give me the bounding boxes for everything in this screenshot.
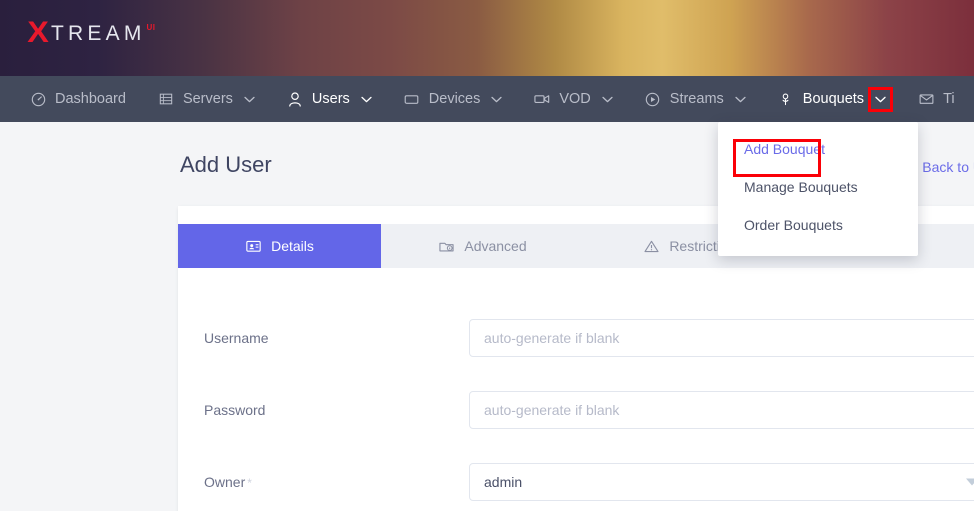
nav-label-users: Users (311, 91, 350, 107)
device-screen-icon (404, 91, 420, 107)
chevron-down-icon-devices[interactable] (491, 96, 503, 103)
back-to-users-link[interactable]: Back to Us (922, 159, 974, 175)
nav-label-streams: Streams (669, 91, 724, 107)
password-input[interactable] (469, 391, 974, 429)
label-text-owner: Owner (204, 474, 246, 490)
play-circle-icon (645, 91, 661, 107)
field-password (469, 391, 974, 429)
owner-select-value: admin (484, 474, 523, 490)
brand-header: X TREAM UI (0, 0, 974, 76)
label-owner: Owner * (204, 474, 469, 490)
required-asterisk: * (247, 476, 252, 490)
form-row-username: Username (178, 302, 974, 374)
username-input[interactable] (469, 319, 974, 357)
logo-superscript: UI (146, 23, 156, 32)
folder-info-icon (438, 238, 454, 254)
tab-advanced[interactable]: Advanced (381, 224, 584, 268)
user-person-icon (287, 91, 303, 107)
nav-item-tickets[interactable]: Ti (902, 76, 971, 122)
nav-label-bouquets: Bouquets (802, 91, 865, 107)
tab-label-advanced: Advanced (464, 238, 527, 254)
label-username: Username (204, 330, 469, 346)
nav-label-vod: VOD (559, 91, 591, 107)
chevron-down-icon-vod[interactable] (602, 96, 613, 103)
field-username (469, 319, 974, 357)
form-row-owner: Owner * admin (178, 446, 974, 511)
envelope-mail-icon (918, 91, 934, 107)
form-row-password: Password (178, 374, 974, 446)
nav-label-dashboard: Dashboard (55, 91, 126, 107)
tab-details[interactable]: Details (178, 224, 381, 268)
bouquets-dropdown-menu: Add Bouquet Manage Bouquets Order Bouque… (718, 122, 918, 256)
field-owner: admin (469, 463, 974, 501)
warning-triangle-icon (643, 238, 659, 254)
nav-label-devices: Devices (428, 91, 481, 107)
chevron-down-icon-servers[interactable] (244, 96, 255, 103)
nav-item-bouquets[interactable]: Bouquets (762, 76, 902, 122)
label-password: Password (204, 402, 469, 418)
dropdown-item-manage-bouquets[interactable]: Manage Bouquets (718, 168, 918, 206)
tab-label-details: Details (271, 238, 314, 254)
chevron-down-icon-streams[interactable] (735, 96, 746, 103)
add-user-form: Username Password Owner* (178, 268, 974, 511)
chevron-down-icon-owner[interactable] (966, 478, 974, 486)
owner-select[interactable]: admin (469, 463, 974, 501)
flower-tulip-icon (778, 91, 794, 107)
server-rack-icon (158, 91, 174, 107)
dropdown-item-add-bouquet[interactable]: Add Bouquet (718, 130, 918, 168)
dashboard-gauge-icon (30, 91, 46, 107)
owner-select-wrapper: admin (469, 463, 974, 501)
nav-label-tickets: Ti (943, 91, 955, 107)
nav-item-dashboard[interactable]: Dashboard (0, 76, 142, 122)
label-text-password: Password (204, 402, 266, 418)
chevron-down-icon-bouquets[interactable] (868, 86, 894, 112)
app-window: X TREAM UI Dashboard Servers Users Devic… (0, 0, 974, 511)
nav-item-streams[interactable]: Streams (629, 76, 762, 122)
id-card-icon (245, 238, 261, 254)
nav-item-servers[interactable]: Servers (142, 76, 271, 122)
page-title: Add User (180, 152, 272, 177)
label-text-username: Username (204, 330, 269, 346)
nav-item-vod[interactable]: VOD (518, 76, 628, 122)
main-navigation: Dashboard Servers Users Devices VOD Stre… (0, 76, 974, 122)
dropdown-item-order-bouquets[interactable]: Order Bouquets (718, 206, 918, 244)
xtream-logo[interactable]: X TREAM UI (27, 16, 156, 50)
nav-label-servers: Servers (182, 91, 233, 107)
logo-wordmark: TREAM (51, 22, 146, 45)
nav-item-users[interactable]: Users (271, 76, 388, 122)
logo-x-letter: X (27, 16, 49, 49)
nav-item-devices[interactable]: Devices (388, 76, 519, 122)
video-camera-icon (534, 91, 550, 107)
chevron-down-icon-users[interactable] (361, 96, 372, 103)
